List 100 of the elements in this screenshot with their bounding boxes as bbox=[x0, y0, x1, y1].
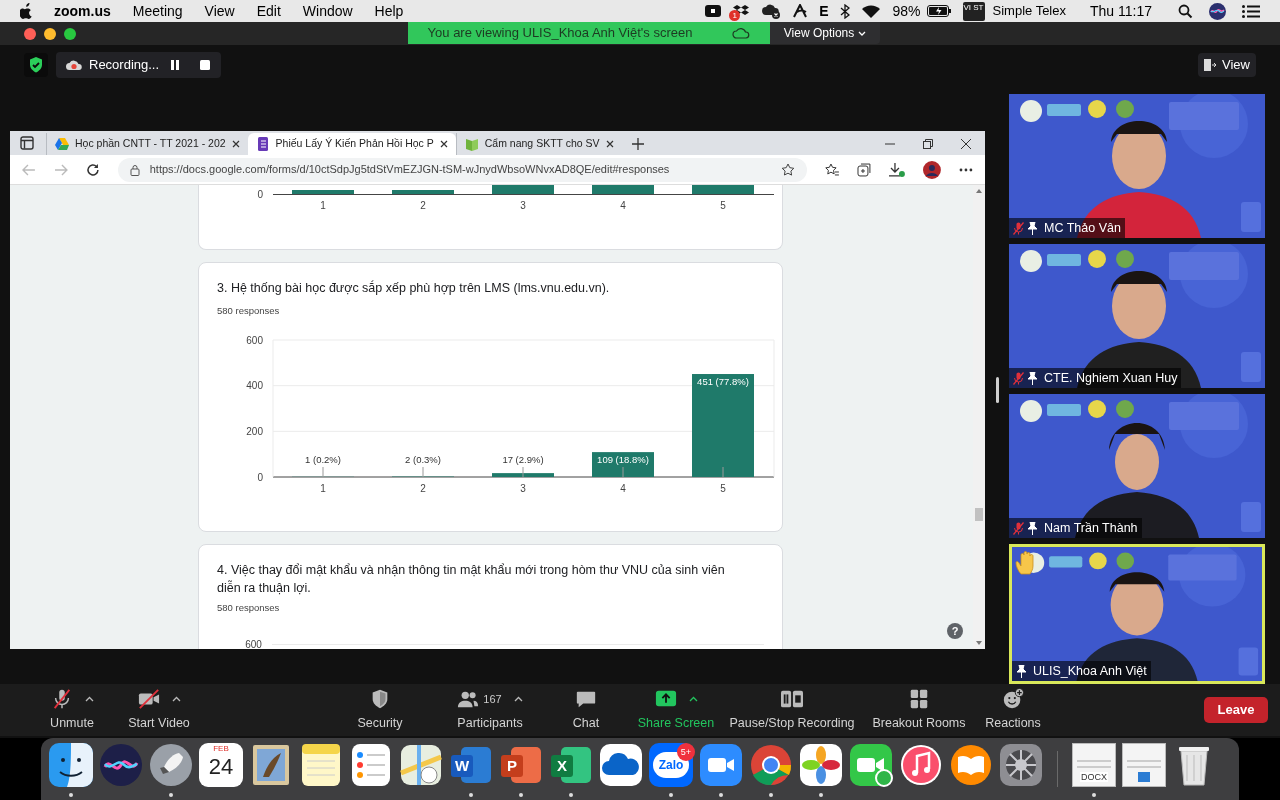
toolbar-button[interactable]: Pause/Stop Recording bbox=[725, 686, 859, 734]
axis-label: 400 bbox=[246, 380, 263, 392]
data-label: 109 (18.8%) bbox=[597, 454, 649, 466]
rocket-icon[interactable] bbox=[149, 743, 193, 797]
caret-icon[interactable] bbox=[513, 696, 523, 703]
favorite-add-icon[interactable] bbox=[781, 162, 796, 177]
scroll-down-icon[interactable] bbox=[976, 641, 982, 645]
pause-button[interactable] bbox=[168, 58, 182, 72]
minimize-button[interactable] bbox=[44, 27, 56, 40]
muted-mic-icon bbox=[1013, 521, 1024, 535]
axis-label: 2 bbox=[420, 483, 426, 494]
view-icon bbox=[1204, 59, 1216, 71]
input-source-label[interactable]: Simple Telex bbox=[992, 1, 1066, 21]
video-camera-icon[interactable] bbox=[699, 743, 743, 797]
scroll-thumb[interactable] bbox=[975, 508, 983, 521]
battery-icon[interactable] bbox=[926, 5, 951, 17]
tab-actions-icon[interactable] bbox=[20, 136, 34, 150]
browser-icon[interactable] bbox=[749, 743, 793, 797]
caret-icon[interactable] bbox=[171, 696, 181, 703]
bar bbox=[592, 452, 654, 477]
battery-percent: 98% bbox=[892, 1, 921, 21]
shield-icon[interactable] bbox=[24, 53, 48, 77]
help-button[interactable]: ? bbox=[947, 623, 963, 639]
menu-item[interactable]: Help bbox=[374, 0, 404, 22]
toolbar-button[interactable]: Chat bbox=[556, 686, 616, 734]
caret-icon[interactable] bbox=[84, 696, 94, 703]
profile-avatar[interactable] bbox=[923, 160, 942, 179]
notification-badge: 1 bbox=[729, 10, 741, 21]
notification-badge: 5+ bbox=[677, 743, 695, 761]
stop-button[interactable] bbox=[198, 58, 212, 72]
toolbar-button[interactable]: Reactions bbox=[980, 686, 1046, 734]
address-bar[interactable]: https://docs.google.com/forms/d/10ctSdpJg5tdStVmEZJGN-tSM-wJnydWbsoWNvxAD8QE/edit#responses bbox=[117, 157, 808, 182]
chevron-icon bbox=[858, 30, 867, 36]
input-source-icon[interactable]: VI ST bbox=[962, 1, 985, 21]
video-camera-icon[interactable] bbox=[705, 5, 722, 17]
axis-label: 2 bbox=[420, 200, 426, 211]
menu-item[interactable]: Meeting bbox=[132, 0, 183, 22]
data-label: 451 (77.8%) bbox=[697, 376, 749, 387]
question-title: 3. Hệ thống bài học được sắp xếp phù hợp trên LMS (lms.vnu.edu.vn). bbox=[217, 279, 611, 297]
zoom-button[interactable] bbox=[64, 27, 76, 40]
toolbar-button[interactable]: Security bbox=[340, 686, 420, 734]
toolbar-button[interactable]: 167 Participants bbox=[438, 686, 542, 734]
refresh-icon[interactable] bbox=[85, 162, 100, 177]
list-icon[interactable] bbox=[1242, 4, 1260, 18]
app-menu[interactable]: zoom.us bbox=[54, 0, 111, 22]
pin-icon bbox=[1027, 521, 1038, 535]
axis-label: 4 bbox=[620, 483, 626, 494]
collections-icon[interactable] bbox=[857, 162, 872, 177]
axis-label: 0 bbox=[257, 471, 263, 483]
lock-icon bbox=[129, 163, 140, 176]
menu-item[interactable]: Edit bbox=[256, 0, 281, 22]
cloud-icon[interactable] bbox=[761, 3, 782, 19]
browser-tab[interactable]: Phiếu Lấy Ý Kiến Phản Hồi Học P bbox=[247, 133, 456, 155]
muted-mic-icon bbox=[1013, 221, 1024, 235]
resize-handle[interactable] bbox=[995, 377, 999, 403]
data-label: 17 (2.9%) bbox=[502, 454, 544, 465]
view-options-button[interactable]: View Options bbox=[770, 22, 880, 44]
more-icon[interactable] bbox=[959, 167, 973, 172]
finder-icon[interactable] bbox=[49, 743, 93, 797]
response-count: 580 responses bbox=[217, 601, 281, 615]
cloud-icon bbox=[732, 27, 751, 39]
download-icon[interactable] bbox=[889, 162, 906, 177]
caret-icon[interactable] bbox=[688, 696, 698, 703]
flower-icon[interactable] bbox=[799, 743, 843, 797]
toolbar-button[interactable]: Share Screen bbox=[626, 686, 726, 734]
apple-icon[interactable] bbox=[20, 3, 34, 19]
pin-icon bbox=[1016, 664, 1027, 678]
menu-clock[interactable]: Thu 11:17 bbox=[1090, 0, 1152, 22]
favorites-icon[interactable] bbox=[825, 162, 840, 177]
new-tab-icon[interactable] bbox=[631, 138, 644, 150]
close-icon[interactable] bbox=[605, 140, 614, 148]
close-icon[interactable] bbox=[231, 140, 240, 148]
siri-icon[interactable] bbox=[1209, 2, 1226, 20]
menu-item[interactable]: View bbox=[204, 0, 235, 22]
close-icon[interactable] bbox=[961, 139, 971, 149]
close-button[interactable] bbox=[24, 27, 36, 40]
data-label: 1 (0.2%) bbox=[305, 454, 341, 465]
form-icon bbox=[255, 137, 270, 151]
axis-label: 5 bbox=[720, 200, 726, 211]
leave-button[interactable]: Leave bbox=[1204, 697, 1268, 723]
toolbar-button[interactable]: Breakout Rooms bbox=[864, 686, 974, 734]
drive-icon bbox=[55, 137, 69, 151]
axis-label: 1 bbox=[320, 483, 326, 494]
participant-name: Nam Trần Thành bbox=[1044, 519, 1138, 537]
bluetooth-icon[interactable] bbox=[840, 3, 851, 19]
keyboard-icon[interactable]: E bbox=[819, 0, 829, 22]
wifi-icon[interactable] bbox=[862, 4, 881, 18]
restore-icon[interactable] bbox=[923, 139, 933, 149]
cloud-recording-icon bbox=[65, 59, 83, 71]
banner-text: You are viewing ULIS_Khoa Anh Việt's screen bbox=[427, 24, 693, 43]
menu-item[interactable]: Window bbox=[302, 0, 353, 22]
view-button[interactable]: View bbox=[1198, 53, 1256, 77]
participant-name: MC Thảo Vân bbox=[1044, 219, 1121, 237]
close-icon[interactable] bbox=[439, 140, 448, 148]
search-icon[interactable] bbox=[1178, 3, 1193, 19]
book-icon bbox=[464, 137, 479, 151]
participant-name: CTE. Nghiem Xuan Huy bbox=[1044, 369, 1178, 387]
scroll-up-icon[interactable] bbox=[976, 189, 982, 193]
question-title: 4. Việc thay đổi mật khẩu và nhận thông tin mật khẩu mới trong hòm thư VNU của sinh viên diễn ra thuận lợi. bbox=[217, 562, 726, 597]
response-count: 580 responses bbox=[217, 303, 281, 318]
